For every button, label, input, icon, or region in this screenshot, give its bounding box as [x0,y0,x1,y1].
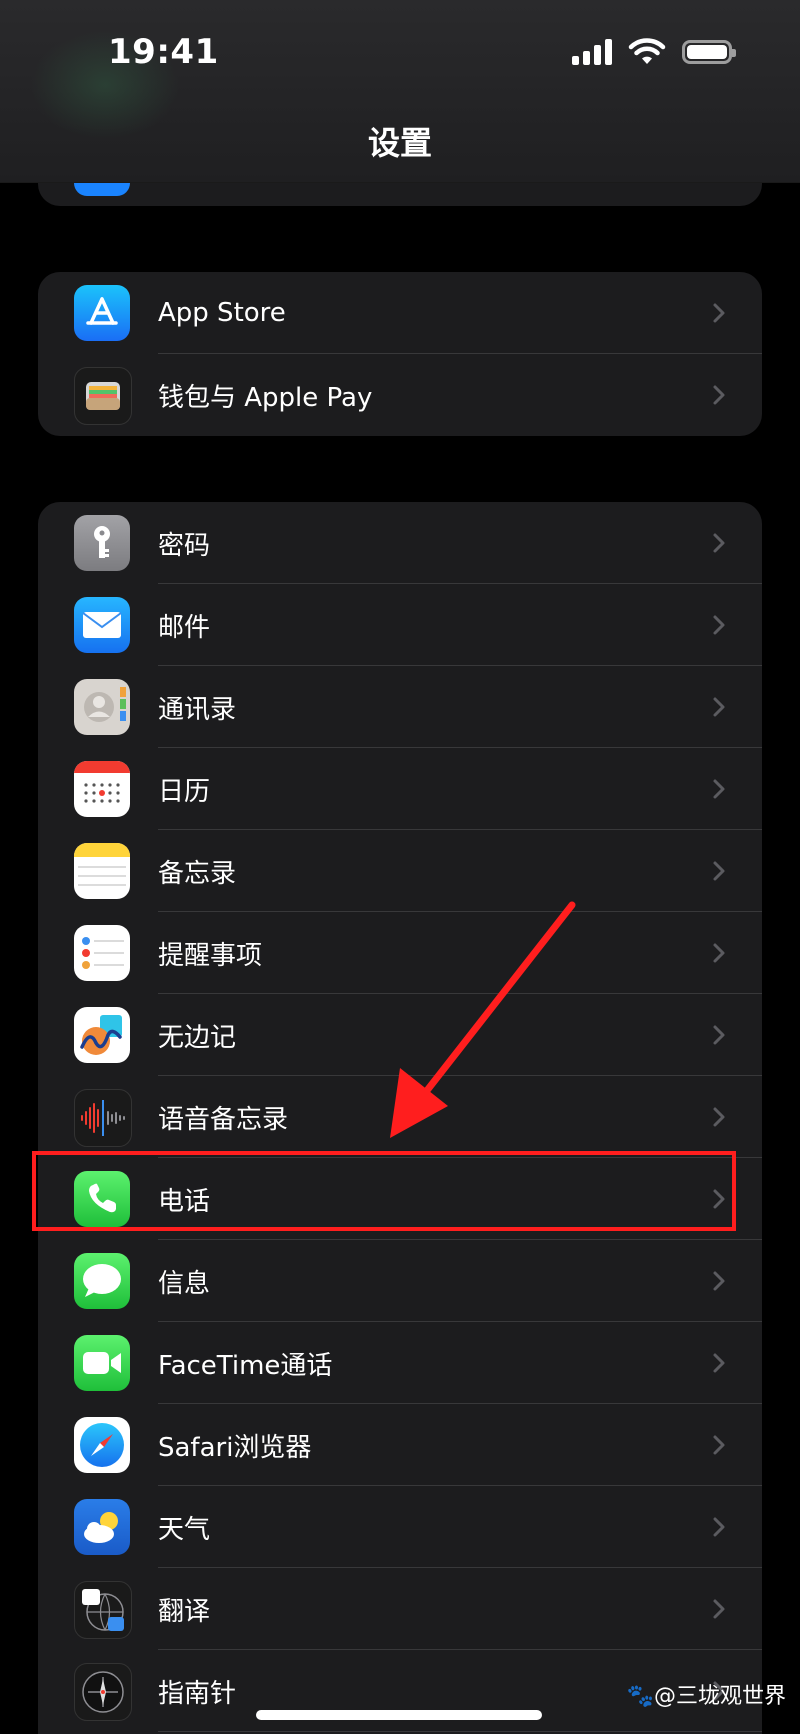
chevron-right-icon [713,1353,725,1373]
mail-icon [74,597,130,653]
chevron-right-icon [713,1189,725,1209]
battery-icon [682,40,736,64]
status-time: 19:41 [108,32,219,72]
chevron-right-icon [713,1435,725,1455]
settings-row-weather[interactable]: 天气 [38,1486,762,1568]
chevron-right-icon [713,1025,725,1045]
home-indicator[interactable] [256,1710,542,1720]
settings-row-wallet[interactable]: 钱包与 Apple Pay [38,354,762,436]
contacts-icon [74,679,130,735]
settings-row-phone[interactable]: 电话 [38,1158,762,1240]
settings-row-label: 电话 [158,1186,211,1217]
wallet-icon [74,367,132,425]
settings-row-label: 指南针 [158,1678,237,1709]
settings-row-app-store[interactable]: App Store [38,272,762,354]
safari-compass-icon [74,1417,130,1473]
app-store-icon [74,285,130,341]
voice-memos-icon [74,1089,132,1147]
cellular-signal-icon [572,39,612,65]
settings-row-calendar[interactable]: 日历 [38,748,762,830]
settings-row-label: 提醒事项 [158,940,263,971]
settings-row-freeform[interactable]: 无边记 [38,994,762,1076]
settings-group-apps: 密码 邮件 通讯录 日历 备忘录 提醒事项 无边记 语音备忘录 电话 信息 Fa… [38,502,762,1734]
freeform-icon [74,1007,130,1063]
chevron-right-icon [713,303,725,323]
settings-group-store: App Store 钱包与 Apple Pay [38,272,762,436]
settings-row-reminders[interactable]: 提醒事项 [38,912,762,994]
settings-row-label: 信息 [158,1268,211,1299]
settings-row-label: 翻译 [158,1596,211,1627]
settings-row-label: 天气 [158,1514,211,1545]
settings-row-label: 备忘录 [158,858,237,889]
chevron-right-icon [713,1107,725,1127]
page-title: 设置 [367,124,432,162]
chevron-right-icon [713,1271,725,1291]
chevron-right-icon [713,861,725,881]
messages-icon [74,1253,130,1309]
settings-row-contacts[interactable]: 通讯录 [38,666,762,748]
chevron-right-icon [713,1517,725,1537]
settings-row-label: 语音备忘录 [158,1104,289,1135]
reminders-icon [74,925,130,981]
wifi-icon [628,38,666,64]
calendar-icon [74,761,130,817]
watermark: 🐾@三垅观世界 [626,1684,786,1709]
settings-row-label: Safari浏览器 [158,1432,312,1463]
status-bar: 19:41 [0,0,800,110]
weather-icon [74,1499,130,1555]
phone-icon [74,1171,130,1227]
settings-row-safari[interactable]: Safari浏览器 [38,1404,762,1486]
settings-row-label: 邮件 [158,612,211,643]
facetime-icon [74,1335,130,1391]
compass-icon [74,1663,132,1721]
row-separator [158,1731,762,1732]
settings-row-label: FaceTime通话 [158,1350,333,1381]
settings-screen: 19:41 设置 App Store 钱包与 Apple Pay 密码 邮件 通… [0,0,800,1734]
notes-icon [74,843,130,899]
settings-row-messages[interactable]: 信息 [38,1240,762,1322]
chevron-right-icon [713,697,725,717]
chevron-right-icon [713,943,725,963]
settings-row-voice-memos[interactable]: 语音备忘录 [38,1076,762,1158]
translate-icon [74,1581,132,1639]
settings-row-label: 密码 [158,530,211,561]
settings-row-facetime[interactable]: FaceTime通话 [38,1322,762,1404]
chevron-right-icon [713,615,725,635]
settings-row-notes[interactable]: 备忘录 [38,830,762,912]
chevron-right-icon [713,533,725,553]
key-icon [74,515,130,571]
status-icons [572,38,736,66]
chevron-right-icon [713,385,725,405]
settings-row-translate[interactable]: 翻译 [38,1568,762,1650]
settings-row-label: App Store [158,298,286,328]
settings-row-label: 日历 [158,776,211,807]
settings-row-label: 钱包与 Apple Pay [158,382,373,413]
settings-row-mail[interactable]: 邮件 [38,584,762,666]
settings-row-passwords[interactable]: 密码 [38,502,762,584]
chevron-right-icon [713,1599,725,1619]
settings-row-label: 无边记 [158,1022,237,1053]
chevron-right-icon [713,779,725,799]
settings-row-label: 通讯录 [158,694,237,725]
